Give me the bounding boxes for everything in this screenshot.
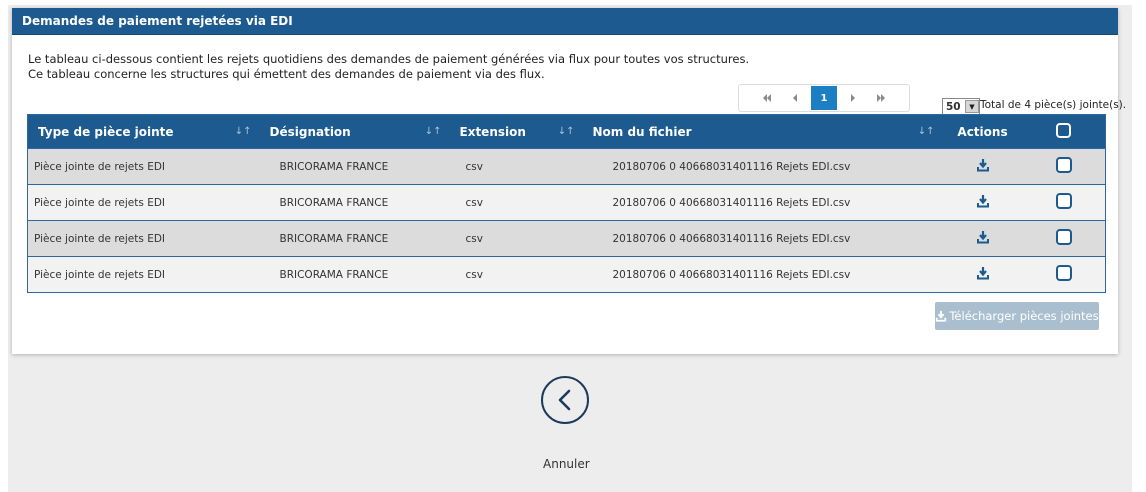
- row-checkbox[interactable]: [1022, 184, 1106, 221]
- page-size-select[interactable]: 50 ▼: [942, 98, 980, 115]
- cell-type: Pièce jointe de rejets EDI: [27, 184, 260, 221]
- double-chevron-left-icon[interactable]: [755, 88, 779, 108]
- back-button[interactable]: [541, 376, 589, 424]
- window-frame-left: [0, 0, 8, 492]
- cell-designation: BRICORAMA FRANCE: [259, 148, 450, 185]
- cell-filename: 20180706 0 40668031401116 Rejets EDI.csv: [582, 184, 943, 221]
- table-row: Pièce jointe de rejets EDI BRICORAMA FRA…: [27, 184, 1106, 221]
- cell-filename: 20180706 0 40668031401116 Rejets EDI.csv: [582, 220, 943, 257]
- download-icon: [936, 310, 947, 322]
- attachments-table: Type de pièce jointe ↓↑ Désignation ↓↑ Ext…: [27, 114, 1106, 293]
- cell-extension: csv: [449, 220, 583, 257]
- select-all-checkbox[interactable]: [1023, 115, 1106, 149]
- sort-icon[interactable]: ↓↑: [235, 126, 252, 137]
- cell-type: Pièce jointe de rejets EDI: [27, 148, 260, 185]
- double-chevron-right-icon[interactable]: [869, 88, 893, 108]
- sort-icon[interactable]: ↓↑: [918, 126, 935, 137]
- cell-extension: csv: [449, 256, 583, 293]
- cell-designation: BRICORAMA FRANCE: [259, 256, 450, 293]
- download-icon[interactable]: [942, 256, 1023, 293]
- cell-extension: csv: [449, 184, 583, 221]
- chevron-down-icon[interactable]: ▼: [965, 100, 979, 113]
- chevron-left-icon: [558, 389, 571, 411]
- chevron-right-icon[interactable]: [841, 88, 865, 108]
- table-row: Pièce jointe de rejets EDI BRICORAMA FRA…: [27, 220, 1106, 257]
- sort-icon[interactable]: ↓↑: [558, 126, 575, 137]
- download-icon[interactable]: [942, 220, 1023, 257]
- row-checkbox[interactable]: [1022, 220, 1106, 257]
- cell-type: Pièce jointe de rejets EDI: [27, 220, 260, 257]
- panel-title: Demandes de paiement rejetées via EDI: [12, 8, 1118, 35]
- sort-icon[interactable]: ↓↑: [425, 126, 442, 137]
- cell-extension: csv: [449, 148, 583, 185]
- page-1-button[interactable]: 1: [811, 86, 837, 110]
- rejected-payments-panel: Demandes de paiement rejetées via EDI Le…: [12, 8, 1126, 354]
- pagination: 1: [738, 84, 910, 112]
- column-header-filename[interactable]: Nom du fichier ↓↑: [583, 115, 943, 149]
- intro-line-2: Ce tableau concerne les structures qui é…: [28, 67, 545, 81]
- table-row: Pièce jointe de rejets EDI BRICORAMA FRA…: [27, 256, 1106, 293]
- table-header-row: Type de pièce jointe ↓↑ Désignation ↓↑ Ext…: [27, 114, 1106, 149]
- download-attachments-label: Télécharger pièces jointes: [949, 309, 1099, 323]
- column-header-designation[interactable]: Désignation ↓↑: [260, 115, 450, 149]
- column-header-actions: Actions: [957, 124, 1008, 139]
- intro-line-1: Le tableau ci-dessous contient les rejet…: [28, 52, 750, 66]
- download-attachments-button[interactable]: Télécharger pièces jointes: [935, 302, 1099, 330]
- download-icon[interactable]: [942, 148, 1023, 185]
- chevron-left-icon[interactable]: [783, 88, 807, 108]
- cell-designation: BRICORAMA FRANCE: [259, 184, 450, 221]
- window-frame-right: [1132, 0, 1146, 492]
- row-checkbox[interactable]: [1022, 256, 1106, 293]
- row-checkbox[interactable]: [1022, 148, 1106, 185]
- total-count: Total de 4 pièce(s) jointe(s).: [980, 99, 1127, 111]
- column-header-type[interactable]: Type de pièce jointe ↓↑: [28, 115, 260, 149]
- download-icon[interactable]: [942, 184, 1023, 221]
- page-size-value: 50: [946, 100, 961, 113]
- cell-designation: BRICORAMA FRANCE: [259, 220, 450, 257]
- cancel-label[interactable]: Annuler: [543, 457, 590, 471]
- column-header-extension[interactable]: Extension ↓↑: [450, 115, 583, 149]
- cell-type: Pièce jointe de rejets EDI: [27, 256, 260, 293]
- table-row: Pièce jointe de rejets EDI BRICORAMA FRA…: [27, 148, 1106, 185]
- window-frame-top: [0, 0, 1146, 5]
- cell-filename: 20180706 0 40668031401116 Rejets EDI.csv: [582, 256, 943, 293]
- intro-text: Le tableau ci-dessous contient les rejet…: [28, 52, 749, 82]
- cell-filename: 20180706 0 40668031401116 Rejets EDI.csv: [582, 148, 943, 185]
